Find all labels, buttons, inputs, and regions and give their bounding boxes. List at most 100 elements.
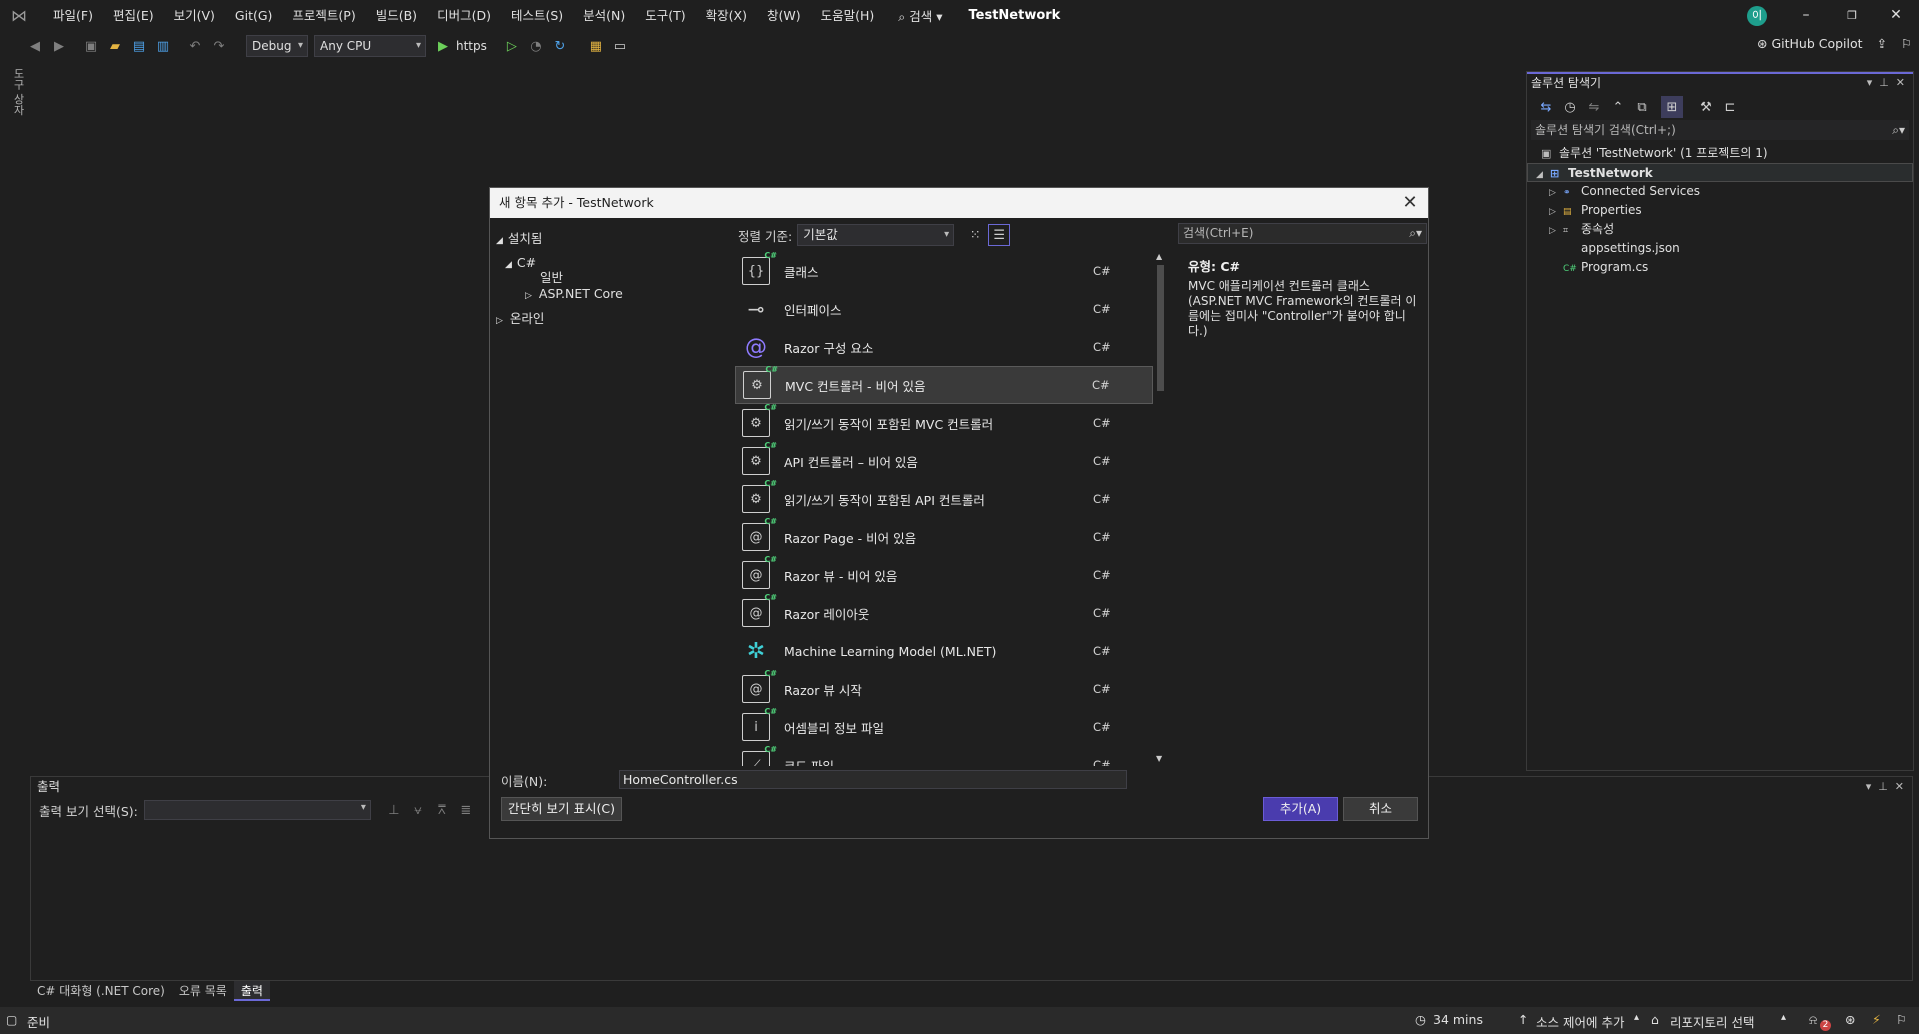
add-button[interactable]: 추가(A) [1263,797,1338,821]
feedback-icon[interactable]: ⚐ [1901,36,1912,51]
solution-node[interactable]: ▣ 솔루션 'TestNetwork' (1 프로젝트의 1) [1527,144,1913,163]
notifications-icon[interactable]: ⍾ [1809,1012,1817,1028]
save-all-icon[interactable]: ▥ [152,35,174,57]
preview-icon[interactable]: ⊏ [1719,96,1741,118]
status-time[interactable]: 34 mins [1433,1012,1483,1027]
template-item[interactable]: ✲ Machine Learning Model (ML.NET) C# [735,632,1153,670]
toolbox-tab[interactable]: 도구 상자 [8,68,25,116]
solution-item[interactable]: appsettings.json [1527,239,1913,258]
template-search-input[interactable]: 검색(Ctrl+E) ⌕▾ [1178,223,1427,244]
find-message-icon[interactable]: ⊥ [383,799,405,821]
template-item[interactable]: @ Razor 구성 요소 C# [735,328,1153,366]
new-project-icon[interactable]: ▣ [80,35,102,57]
solution-item[interactable]: ▷ ▤ Properties [1527,201,1913,220]
menu-item[interactable]: 보기(V) [164,0,225,31]
tree-online[interactable]: ▷ 온라인 [496,309,544,331]
menu-item[interactable]: 디버그(D) [427,0,501,31]
prev-message-icon[interactable]: ⩝ [407,799,429,821]
template-item[interactable]: ⟋ C# 코드 파일 C# [735,745,1153,766]
template-item[interactable]: ⚙ C# MVC 컨트롤러 - 비어 있음 C# [735,365,1153,404]
scroll-down-icon[interactable]: ▼ [1156,754,1162,763]
save-icon[interactable]: ▤ [128,35,150,57]
copilot-status-icon[interactable]: ⊛ [1845,1012,1855,1027]
template-list-scrollbar[interactable]: ▲ ▼ [1153,252,1168,766]
pending-changes-icon[interactable]: ◷ [1559,96,1581,118]
share-icon[interactable]: ⇪ [1877,36,1887,51]
title-search-button[interactable]: ⌕ 검색 ▾ [890,6,950,25]
bottom-tab[interactable]: 출력 [233,981,270,1001]
template-item[interactable]: ⊸ 인터페이스 C# [735,290,1153,328]
account-avatar[interactable]: 이 [1747,6,1767,26]
compact-view-button[interactable]: 간단히 보기 표시(C) [501,797,622,821]
switch-views-icon[interactable]: ⇆ [1535,96,1557,118]
menu-item[interactable]: 도움말(H) [811,0,885,31]
list-view-icon[interactable]: ☰ [988,224,1011,246]
solution-platform-dropdown[interactable]: Any CPU [314,35,426,57]
tree-csharp[interactable]: ◢ C# [505,253,536,275]
start-debugging-icon[interactable]: ▶ [432,35,454,57]
menu-item[interactable]: 테스트(S) [501,0,573,31]
lightning-icon[interactable]: ⚡ [1872,1012,1881,1027]
undo-icon[interactable]: ↶ [184,35,206,57]
menu-item[interactable]: 파일(F) [43,0,103,31]
solution-config-dropdown[interactable]: Debug [246,35,308,57]
view-options-icon[interactable]: ⊞ [1661,96,1683,118]
template-item[interactable]: @ C# Razor Page - 비어 있음 C# [735,517,1153,556]
menu-item[interactable]: 빌드(B) [366,0,427,31]
sync-icon[interactable]: ⇋ [1583,96,1605,118]
template-item[interactable]: @ C# Razor 레이아웃 C# [735,593,1153,632]
solution-search-input[interactable]: 솔루션 탐색기 검색(Ctrl+;) ⌕▾ [1531,120,1909,140]
panel-options-icon[interactable]: ▾ ⊥ ✕ [1867,74,1905,94]
template-item[interactable]: ⚙ C# 읽기/쓰기 동작이 포함된 API 컨트롤러 C# [735,479,1153,518]
sort-dropdown[interactable]: 기본값 [797,224,955,246]
start-without-debugging-icon[interactable]: ▷ [501,35,523,57]
select-repository[interactable]: 리포지토리 선택 [1670,1012,1754,1031]
bottom-tab[interactable]: C# 대화형 (.NET Core) [30,981,172,1001]
solution-item[interactable]: ▷ ⌗ 종속성 [1527,220,1913,239]
menu-item[interactable]: 창(W) [757,0,811,31]
search-icon[interactable]: ⌕▾ [1409,224,1422,243]
tree-installed[interactable]: ◢ 설치됨 [496,229,542,251]
attach-icon[interactable]: ◔ [525,35,547,57]
collapse-all-icon[interactable]: ⌃ [1607,96,1629,118]
menu-item[interactable]: 편집(E) [103,0,164,31]
scroll-up-icon[interactable]: ▲ [1156,252,1162,261]
output-panel-options-icon[interactable]: ▾ ⊥ ✕ [1866,777,1904,797]
menu-item[interactable]: 확장(X) [696,0,757,31]
open-file-icon[interactable]: ▰ [104,35,126,57]
close-window-button[interactable]: ✕ [1873,0,1919,31]
navigate-back-icon[interactable]: ◀ [24,35,46,57]
restore-button[interactable]: ❐ [1829,0,1875,31]
cancel-button[interactable]: 취소 [1343,797,1418,821]
menu-item[interactable]: Git(G) [225,0,283,31]
search-icon[interactable]: ⌕▾ [1892,120,1905,140]
template-item[interactable]: @ C# Razor 뷰 시작 C# [735,669,1153,708]
output-source-dropdown[interactable] [143,800,371,820]
navigate-forward-icon[interactable]: ▶ [48,35,70,57]
template-item[interactable]: {} C# 클래스 C# [735,252,1153,290]
menu-item[interactable]: 도구(T) [635,0,695,31]
menu-item[interactable]: 프로젝트(P) [282,0,365,31]
solution-item[interactable]: ▷ ⚭ Connected Services [1527,182,1913,201]
bottom-tab[interactable]: 오류 목록 [172,981,234,1001]
item-name-input[interactable]: HomeController.cs [619,770,1127,789]
small-icons-view-icon[interactable]: ⁙ [964,224,986,246]
minimize-button[interactable]: – [1783,0,1829,31]
show-all-files-icon[interactable]: ⧉ [1631,96,1653,118]
dialog-close-icon[interactable]: ✕ [1398,188,1422,218]
redo-icon[interactable]: ↷ [208,35,230,57]
menu-item[interactable]: 분석(N) [573,0,635,31]
tree-aspnet-core[interactable]: ▷ ASP.NET Core [525,284,623,306]
clear-all-icon[interactable]: ≣ [455,799,477,821]
github-copilot-button[interactable]: ⊛ GitHub Copilot ⇪ ⚐ [1757,36,1912,51]
run-target-dropdown[interactable]: https [456,39,487,53]
add-to-source-control[interactable]: 소스 제어에 추가 [1536,1012,1624,1031]
solution-item[interactable]: C# Program.cs [1527,258,1913,277]
browse-folder-icon[interactable]: ▦ [585,35,607,57]
template-item[interactable]: i C# 어셈블리 정보 파일 C# [735,707,1153,746]
next-message-icon[interactable]: ⩞ [431,799,453,821]
template-item[interactable]: ⚙ C# API 컨트롤러 – 비어 있음 C# [735,441,1153,480]
visual-studio-logo-icon[interactable]: ⋈ [11,6,33,25]
layout-icon[interactable]: ▭ [609,35,631,57]
project-node[interactable]: ◢ ⊞ TestNetwork [1527,163,1913,182]
